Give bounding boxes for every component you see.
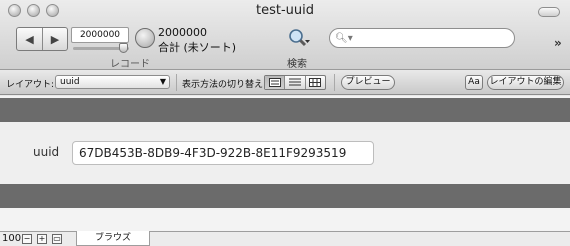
status-bar: 100 − + ▭ ブラウズ <box>0 231 570 246</box>
separator <box>176 74 177 91</box>
toolbar-toggle-button[interactable] <box>538 7 560 17</box>
layout-bar: レイアウト: uuid ▼ 表示方法の切り替え: プレビュー Aa レイアウトの… <box>0 70 570 95</box>
found-set-pie-icon[interactable] <box>135 28 155 48</box>
title-toolbar: test-uuid ◀ ▶ 2000000 レコード 2000000 合計 (未… <box>0 0 570 70</box>
view-as-label: 表示方法の切り替え: <box>182 80 267 90</box>
uuid-field[interactable]: 67DB453B-8DB9-4F3D-922B-8E11F9293519 <box>72 141 374 165</box>
zoom-in-button[interactable]: + <box>37 234 47 244</box>
preview-button[interactable]: プレビュー <box>341 75 395 90</box>
quick-find-field[interactable]: 🔍︎▾ <box>329 28 515 48</box>
zoom-out-button[interactable]: − <box>22 234 32 244</box>
quick-find-input[interactable] <box>356 32 507 44</box>
view-as-segmented-control[interactable] <box>264 75 326 90</box>
found-count-label: 合計 (未ソート) <box>158 41 237 54</box>
search-icon: 🔍︎▾ <box>335 32 353 44</box>
zoom-level[interactable]: 100 <box>2 233 21 244</box>
form-view-icon <box>268 78 281 87</box>
list-view-icon <box>288 78 301 86</box>
table-view-icon <box>309 78 322 87</box>
record-caption: レコード <box>110 59 150 70</box>
status-toolbar-toggle-button[interactable]: ▭ <box>52 234 62 244</box>
current-record-input[interactable]: 2000000 <box>71 27 129 43</box>
layout-footer-part <box>0 184 570 208</box>
record-navigator-book[interactable]: ◀ ▶ <box>16 27 68 51</box>
next-record-button[interactable]: ▶ <box>42 28 67 50</box>
mode-popup[interactable]: ブラウズ <box>76 231 150 246</box>
form-view-button[interactable] <box>265 76 285 89</box>
uuid-field-label: uuid <box>33 145 60 159</box>
layout-dropdown-value: uuid <box>60 77 80 87</box>
previous-record-button[interactable]: ◀ <box>17 28 42 50</box>
find-label: 検索 <box>287 59 307 70</box>
record-slider-thumb[interactable] <box>119 43 128 53</box>
app-window: test-uuid ◀ ▶ 2000000 レコード 2000000 合計 (未… <box>0 0 570 246</box>
layout-label: レイアウト: <box>6 80 55 90</box>
separator <box>334 74 335 91</box>
chevron-down-icon: ▼ <box>159 77 166 86</box>
double-chevron-right-icon[interactable]: » <box>554 36 562 50</box>
layout-dropdown[interactable]: uuid ▼ <box>55 75 170 89</box>
edit-layout-button[interactable]: レイアウトの編集 <box>487 75 564 90</box>
layout-content: uuid 67DB453B-8DB9-4F3D-922B-8E11F929351… <box>0 96 570 231</box>
found-count: 2000000 <box>158 26 207 39</box>
find-button[interactable] <box>287 28 311 50</box>
layout-header-part <box>0 98 570 122</box>
magnifier-icon <box>289 29 310 47</box>
text-formatting-button[interactable]: Aa <box>465 75 483 90</box>
window-title: test-uuid <box>256 3 314 18</box>
list-view-button[interactable] <box>284 76 304 89</box>
table-view-button[interactable] <box>304 76 325 89</box>
